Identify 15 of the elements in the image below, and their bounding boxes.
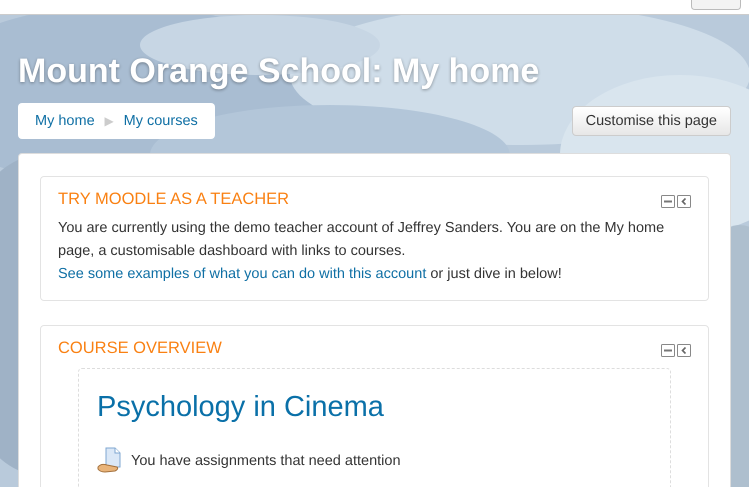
minimize-icon[interactable] — [661, 195, 675, 208]
breadcrumb-separator: ▶ — [104, 114, 114, 128]
block-title: COURSE OVERVIEW — [58, 338, 222, 359]
breadcrumb-link[interactable]: My courses — [124, 113, 198, 129]
page-title: Mount Orange School: My home — [18, 51, 540, 92]
dock-icon[interactable] — [677, 195, 691, 208]
block-title: TRY MOODLE AS A TEACHER — [58, 189, 290, 210]
minimize-icon[interactable] — [661, 344, 675, 357]
dock-icon[interactable] — [677, 344, 691, 357]
course-title[interactable]: Psychology in Cinema — [97, 387, 652, 427]
intro-paragraph: You are currently using the demo teacher account of Jeffrey Sanders. You are on the My home page, a customisable dashboard with links to courses. See some examples of what you can do with this account or just dive in below! — [58, 219, 666, 284]
assignment-notice: You have assignments that need attention — [131, 453, 401, 469]
breadcrumb-link[interactable]: My home — [35, 113, 95, 129]
examples-link[interactable]: See some examples of what you can do with this account — [58, 266, 426, 282]
customise-button[interactable]: Customise this page — [572, 106, 731, 136]
